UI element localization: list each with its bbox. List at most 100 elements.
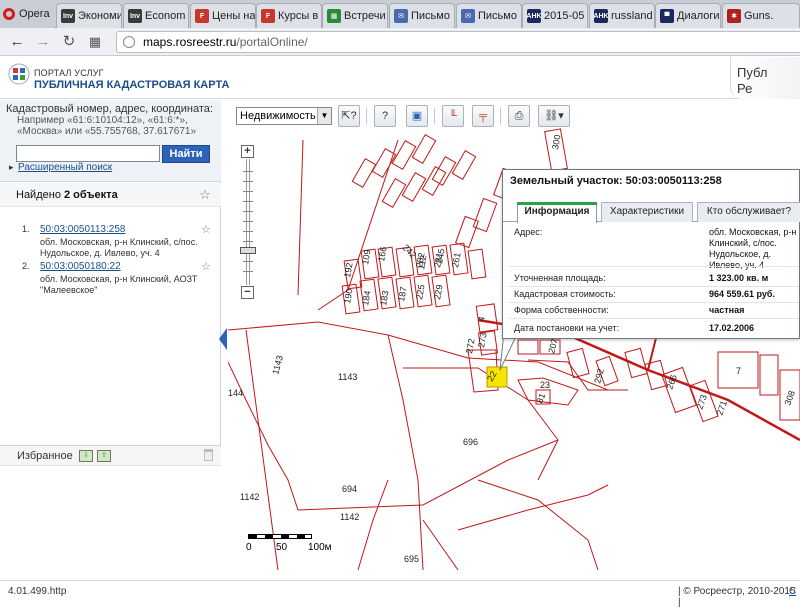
zoom-slider-handle[interactable] — [240, 247, 256, 254]
url-field[interactable]: maps.rosreestr.ru/portalOnline/ — [116, 31, 800, 53]
parcel-boundary — [457, 484, 609, 531]
area-query-tool-icon[interactable]: ▣ — [406, 105, 428, 127]
toolbar-separator — [434, 108, 435, 124]
parcel-label: 1143 — [338, 372, 357, 382]
search-input[interactable] — [16, 145, 160, 162]
scale-bar-graphic — [248, 534, 312, 539]
copyright-label: | © Росреестр, 2010-2015 | — [678, 586, 796, 608]
favorites-title: Избранное — [17, 450, 73, 462]
star-icon[interactable]: ☆ — [200, 224, 212, 236]
zoom-tick — [243, 231, 253, 232]
measure-area-icon[interactable]: ╤ — [472, 105, 494, 127]
browser-tab[interactable]: ▀ Диалоги — [655, 3, 721, 28]
parcel-boundary — [297, 139, 304, 296]
parcel-label: 229 — [432, 284, 444, 301]
left-panel: Кадастровый номер, адрес, координата: На… — [0, 100, 221, 570]
reload-icon[interactable]: ↻ — [60, 33, 78, 51]
url-path: /portalOnline/ — [236, 35, 308, 49]
search-title: Кадастровый номер, адрес, координата: — [6, 103, 213, 115]
tab-information[interactable]: Информация — [517, 202, 597, 223]
result-link[interactable]: 50:03:0050180:22 — [40, 261, 121, 272]
result-address: обл. Московская, р-н Клинский, АОЗТ "Мал… — [40, 274, 198, 295]
info-value-address: обл. Московская, р-н Клинский, с/пос. Ну… — [709, 227, 797, 270]
back-icon[interactable]: ← — [8, 33, 26, 51]
print-icon[interactable]: ⎙ — [508, 105, 530, 127]
result-number: 1. — [22, 224, 30, 234]
parcel-label: 300 — [550, 134, 562, 151]
parcel-label: 1142 — [240, 492, 259, 502]
dialogs-favicon: ▀ — [660, 9, 674, 23]
browser-tab[interactable]: ✉ Письмо — [389, 3, 455, 28]
map-toolbar: Недвижимость ▼ ⇱? ? ▣ ╙ ╤ ⎙ ⛓▾ — [236, 104, 800, 128]
tab-characteristics[interactable]: Характеристики — [601, 202, 693, 222]
browser-tab[interactable]: F Курсы в — [256, 3, 322, 28]
result-address: обл. Московская, р-н Клинский, с/пос. Ну… — [40, 237, 198, 258]
browser-tab[interactable]: ▦ Встречи — [322, 3, 388, 28]
star-icon[interactable]: ☆ — [200, 261, 212, 273]
scale-label: 50 — [276, 542, 288, 553]
zoom-in-button[interactable]: + — [241, 145, 254, 158]
address-bar: ← → ↻ ▦ maps.rosreestr.ru/portalOnline/ — [0, 28, 800, 56]
zoom-tick — [243, 221, 253, 222]
zoom-tick — [243, 191, 253, 192]
browser-tab[interactable]: Inv Econom — [123, 3, 189, 28]
zoom-out-button[interactable]: − — [241, 286, 254, 299]
browser-tab[interactable]: Inv Экономи — [56, 3, 122, 28]
sheet-favicon: ▦ — [327, 9, 341, 23]
parcel-label: 112 — [416, 254, 428, 270]
portal-title[interactable]: ПУБЛИЧНАЯ КАДАСТРОВАЯ КАРТА — [34, 79, 229, 91]
parcel-label: 183 — [378, 290, 390, 307]
parcel-label: 1142 — [340, 512, 359, 522]
parcel-boundary — [422, 519, 459, 570]
browser-tab[interactable]: ✱ Guns. — [722, 3, 800, 28]
browser-tab[interactable]: ✉ Письмо — [456, 3, 522, 28]
results-title: Найдено 2 объекта — [16, 189, 118, 201]
forward-icon[interactable]: → — [34, 33, 52, 51]
speed-dial-icon[interactable]: ▦ — [86, 33, 104, 51]
browser-tab[interactable]: AHK russland — [589, 3, 655, 28]
info-value-cost: 964 559.61 руб. — [709, 289, 775, 299]
rosreestr-logo-icon[interactable] — [8, 63, 30, 85]
star-icon[interactable]: ☆ — [199, 188, 211, 201]
scale-label: 0 — [246, 542, 252, 553]
mail-favicon: ✉ — [461, 9, 475, 23]
header-right-label[interactable]: Публ — [737, 65, 767, 80]
parcel-outline — [624, 347, 648, 379]
tab-who-serves[interactable]: Кто обслуживает? — [697, 202, 800, 222]
parcel-outline — [381, 178, 407, 208]
identify-tool-icon[interactable]: ⇱? — [338, 105, 360, 127]
row-divider — [509, 318, 799, 319]
portal-subtitle: ПОРТАЛ УСЛУГ — [34, 68, 104, 78]
measure-distance-icon[interactable]: ╙ — [442, 105, 464, 127]
trash-icon[interactable] — [204, 449, 213, 461]
row-divider — [509, 302, 799, 303]
layer-select-value: Недвижимость — [240, 110, 316, 122]
ahk-favicon: AHK — [593, 9, 609, 23]
zoom-slider-track[interactable] — [246, 159, 250, 285]
import-favorites-icon[interactable]: ⇩ — [79, 450, 93, 462]
advanced-search-link[interactable]: Расширенный поиск — [9, 162, 112, 173]
browser-tab-title: russland — [611, 10, 653, 22]
opera-menu-button[interactable]: Opera — [0, 0, 54, 28]
parcel-outline — [411, 134, 437, 164]
result-link[interactable]: 50:03:0050113:258 — [40, 224, 125, 235]
layer-select[interactable]: Недвижимость ▼ — [236, 107, 332, 125]
footer-link[interactable]: С — [789, 586, 796, 597]
inv-favicon: Inv — [128, 9, 142, 23]
browser-tab[interactable]: AHK 2015-05 — [522, 3, 588, 28]
parcel-label: 109 — [360, 249, 372, 266]
popup-tabs: Информация Характеристики Кто обслуживае… — [503, 198, 800, 223]
ahk-favicon: AHK — [526, 9, 542, 23]
header-right-label-2[interactable]: Ре — [737, 81, 752, 96]
browser-tab[interactable]: F Цены на — [190, 3, 256, 28]
query-tool-icon[interactable]: ? — [374, 105, 396, 127]
popup-title: Земельный участок: 50:03:0050113:258 — [510, 175, 722, 187]
search-button[interactable]: Найти — [162, 145, 210, 163]
link-icon[interactable]: ⛓▾ — [538, 105, 570, 127]
parcel-outline — [467, 248, 487, 280]
parcel-outline — [421, 166, 447, 196]
status-bar: 4.01.499.http | © Росреестр, 2010-2015 |… — [0, 580, 800, 608]
parcel-label: 272 — [464, 338, 476, 355]
export-favorites-icon[interactable]: ⇧ — [97, 450, 111, 462]
parcel-label: 245 — [434, 248, 446, 265]
